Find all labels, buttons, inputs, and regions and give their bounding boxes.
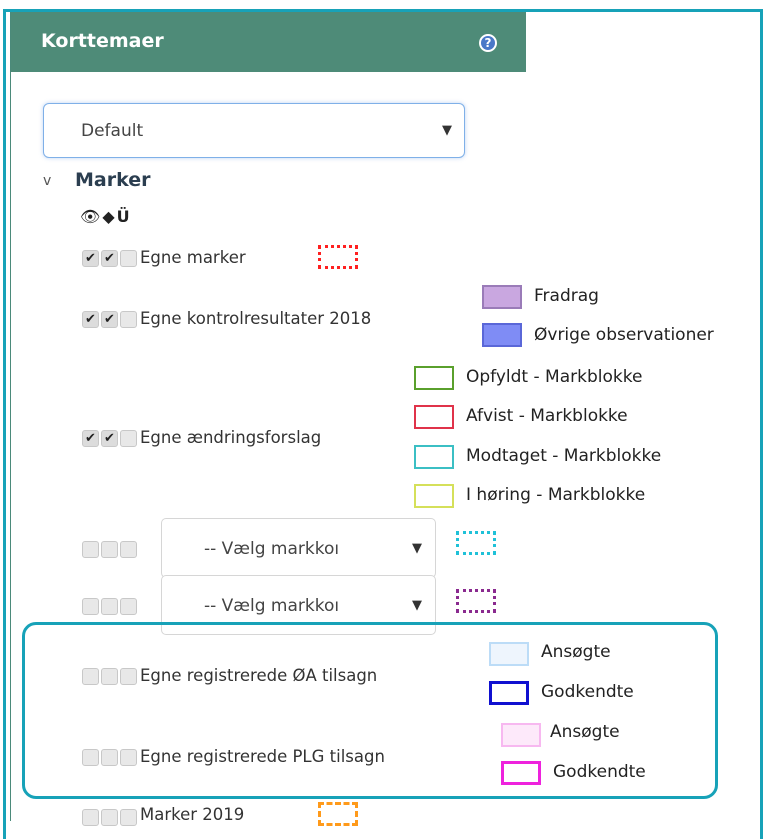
panel-title: Korttemaer (41, 30, 164, 52)
label-checkbox[interactable]: ✔ (101, 250, 118, 267)
legend-swatch (414, 366, 454, 390)
label-checkbox[interactable] (101, 749, 118, 766)
visibility-checkbox[interactable] (82, 541, 99, 558)
legend-swatch (482, 323, 522, 347)
legend-swatch (414, 484, 454, 508)
legend-label: Godkendte (553, 762, 646, 782)
layer-label: Egne registrerede ØA tilsagn (140, 666, 378, 685)
column-header-icons: 👁︎ ◆ Ü (80, 207, 130, 226)
label-checkbox[interactable] (101, 668, 118, 685)
snap-checkbox[interactable] (120, 311, 137, 328)
label-checkbox[interactable]: ✔ (101, 311, 118, 328)
legend-label: Afvist - Markblokke (466, 406, 628, 426)
theme-select-value: Default (81, 121, 144, 141)
theme-select[interactable]: Default ▼ (43, 103, 465, 158)
visibility-checkbox[interactable]: ✔ (82, 250, 99, 267)
visibility-checkbox[interactable]: ✔ (82, 430, 99, 447)
legend-label: Fradrag (534, 286, 599, 306)
layer-swatch (456, 531, 496, 555)
visibility-checkbox[interactable] (82, 809, 99, 826)
layer-label: Egne kontrolresultater 2018 (140, 309, 372, 328)
section-title[interactable]: Marker (75, 169, 150, 191)
panel-header: Korttemaer ? (11, 12, 526, 72)
snap-checkbox[interactable] (120, 250, 137, 267)
chevron-down-icon: ▼ (442, 123, 452, 138)
label-checkbox[interactable]: ✔ (101, 430, 118, 447)
chevron-down-icon: ▼ (412, 541, 422, 556)
layer-label: Marker 2019 (140, 805, 245, 824)
legend-label: Ansøgte (550, 722, 620, 742)
collapse-toggle-icon[interactable]: v (43, 173, 51, 189)
legend-swatch (414, 405, 454, 429)
layer-select[interactable]: -- Vælg markkoı ▼ (161, 518, 436, 578)
visibility-checkbox[interactable] (82, 749, 99, 766)
label-checkbox[interactable] (101, 809, 118, 826)
legend-swatch (501, 723, 541, 747)
magnet-icon: Ü (116, 207, 130, 226)
panel-left-border (10, 12, 11, 821)
layer-swatch (318, 802, 358, 826)
label-checkbox[interactable] (101, 598, 118, 615)
legend-label: Øvrige observationer (534, 325, 714, 345)
legend-swatch (501, 761, 541, 785)
eye-icon: 👁︎ (80, 207, 101, 226)
layer-select-placeholder: -- Vælg markkoı (204, 539, 340, 559)
snap-checkbox[interactable] (120, 430, 137, 447)
legend-label: I høring - Markblokke (466, 485, 646, 505)
help-icon[interactable]: ? (479, 34, 497, 52)
visibility-checkbox[interactable]: ✔ (82, 311, 99, 328)
layer-swatch (456, 589, 496, 613)
legend-label: Opfyldt - Markblokke (466, 367, 643, 387)
legend-swatch (414, 445, 454, 469)
snap-checkbox[interactable] (120, 541, 137, 558)
snap-checkbox[interactable] (120, 749, 137, 766)
legend-label: Ansøgte (541, 642, 611, 662)
legend-swatch (482, 285, 522, 309)
legend-swatch (489, 642, 529, 666)
visibility-checkbox[interactable] (82, 668, 99, 685)
snap-checkbox[interactable] (120, 598, 137, 615)
layer-swatch (318, 245, 358, 269)
layer-label: Egne marker (140, 248, 246, 267)
label-checkbox[interactable] (101, 541, 118, 558)
visibility-checkbox[interactable] (82, 598, 99, 615)
layer-label: Egne registrerede PLG tilsagn (140, 747, 385, 766)
layer-label: Egne ændringsforslag (140, 428, 322, 447)
layer-select-placeholder: -- Vælg markkoı (204, 596, 340, 616)
tag-icon: ◆ (102, 207, 115, 226)
snap-checkbox[interactable] (120, 668, 137, 685)
legend-swatch (489, 681, 529, 705)
legend-label: Modtaget - Markblokke (466, 446, 662, 466)
chevron-down-icon: ▼ (412, 598, 422, 613)
snap-checkbox[interactable] (120, 809, 137, 826)
legend-label: Godkendte (541, 682, 634, 702)
